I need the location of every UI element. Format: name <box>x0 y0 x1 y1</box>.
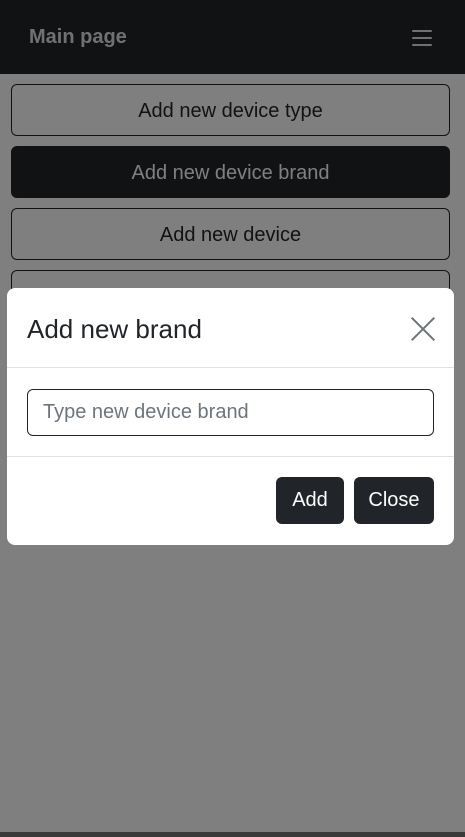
close-button[interactable]: Close <box>354 477 434 524</box>
page: Main page Add new device type Add new de… <box>0 0 465 837</box>
add-button[interactable]: Add <box>276 477 344 524</box>
modal-body <box>7 368 454 457</box>
modal-title: Add new brand <box>27 314 202 344</box>
add-brand-modal: Add new brand Add Close <box>7 288 454 545</box>
bottom-edge <box>0 832 465 837</box>
close-icon[interactable] <box>411 317 435 341</box>
modal-footer: Add Close <box>7 457 454 545</box>
brand-name-input[interactable] <box>27 389 434 436</box>
modal-header: Add new brand <box>7 288 454 368</box>
